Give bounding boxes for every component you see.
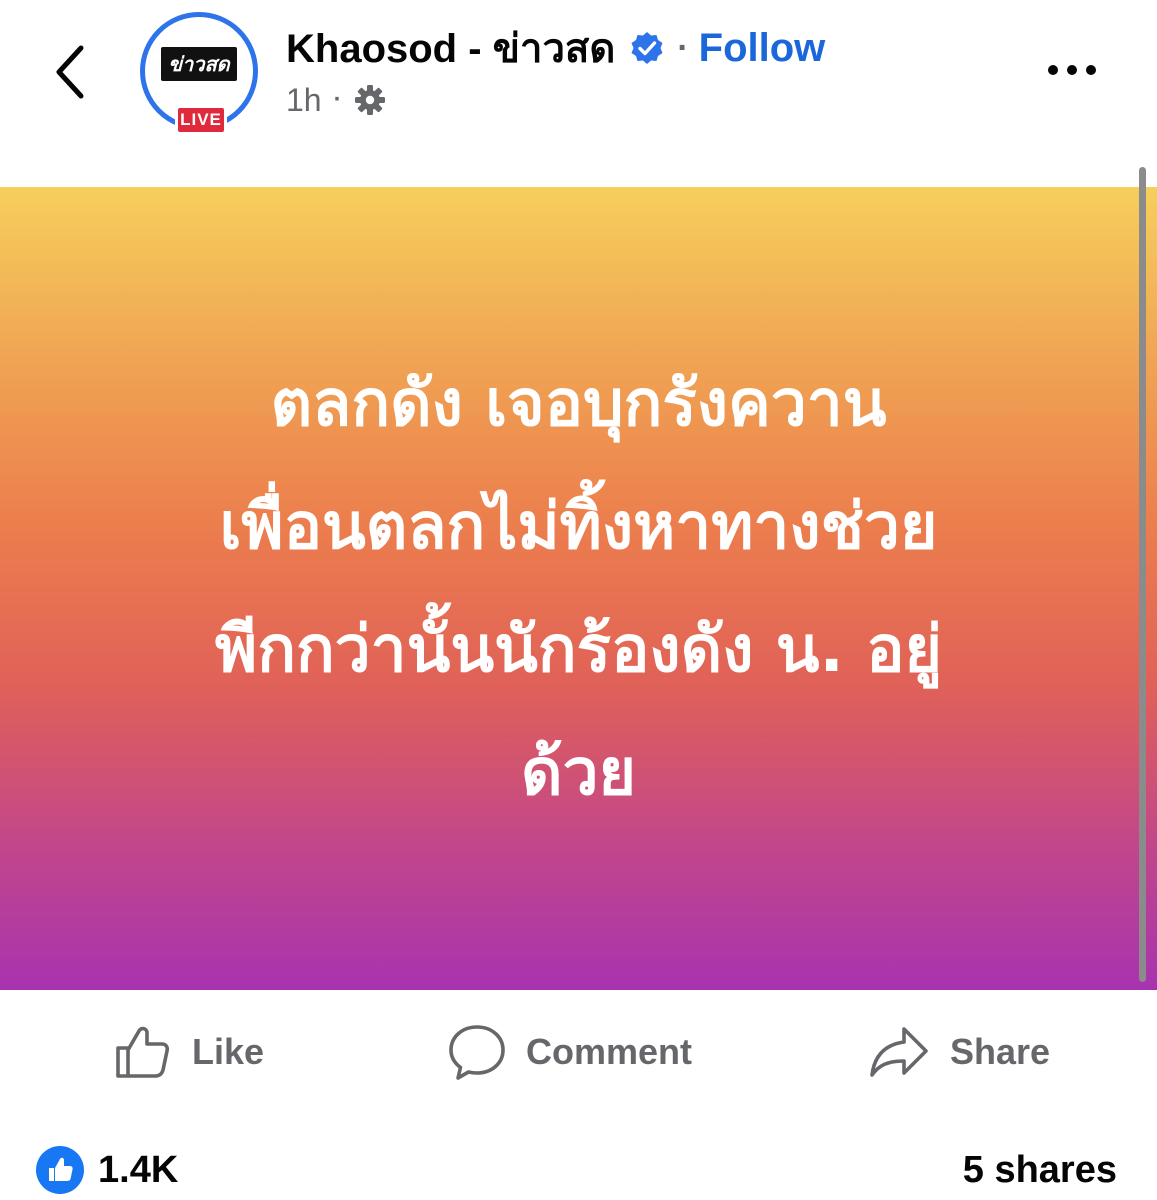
more-dots-icon bbox=[1086, 65, 1096, 75]
post-text-line: พีกกว่านั้นนักร้องดัง น. อยู่ bbox=[215, 612, 942, 687]
post-time[interactable]: 1h bbox=[286, 82, 322, 119]
post-meta: 1h · bbox=[286, 80, 386, 120]
post-header-title: Khaosod - ข่าวสด · Follow bbox=[286, 24, 825, 72]
post-text: ตลกดัง เจอบุกรังควาน เพื่อนตลกไม่ทิ้งหาท… bbox=[79, 343, 1079, 835]
chevron-left-icon bbox=[56, 45, 84, 99]
post-view: ข่าวสด LIVE Khaosod - ข่าวสด · Follow 1h… bbox=[0, 0, 1157, 1200]
comment-icon bbox=[448, 1023, 506, 1081]
more-options-button[interactable] bbox=[1024, 50, 1120, 90]
share-button[interactable]: Share bbox=[868, 1010, 1050, 1094]
follow-button[interactable]: Follow bbox=[699, 26, 826, 71]
post-background-card: ตลกดัง เจอบุกรังควาน เพื่อนตลกไม่ทิ้งหาท… bbox=[0, 187, 1157, 990]
scrollbar[interactable] bbox=[1139, 167, 1146, 982]
like-label: Like bbox=[192, 1031, 265, 1072]
post-text-line: ตลกดัง เจอบุกรังควาน bbox=[270, 366, 887, 441]
more-dots-icon bbox=[1067, 65, 1077, 75]
share-arrow-icon bbox=[868, 1023, 930, 1081]
shares-count[interactable]: 5 shares bbox=[963, 1146, 1117, 1194]
post-text-line: ด้วย bbox=[521, 735, 636, 810]
avatar-logo: ข่าวสด bbox=[161, 47, 237, 81]
separator-dot: · bbox=[677, 28, 689, 67]
share-label: Share bbox=[950, 1031, 1051, 1072]
back-button[interactable] bbox=[40, 34, 100, 110]
like-button[interactable]: Like bbox=[114, 1010, 264, 1094]
page-name[interactable]: Khaosod - ข่าวสด bbox=[286, 16, 615, 80]
comment-label: Comment bbox=[526, 1031, 693, 1072]
gear-icon[interactable] bbox=[354, 84, 386, 116]
thumbs-up-icon bbox=[114, 1023, 172, 1081]
reaction-count: 1.4K bbox=[98, 1148, 179, 1191]
post-text-line: เพื่อนตลกไม่ทิ้งหาทางช่วย bbox=[219, 489, 938, 564]
live-badge: LIVE bbox=[175, 105, 227, 135]
more-dots-icon bbox=[1048, 65, 1058, 75]
meta-separator: · bbox=[333, 86, 342, 113]
like-reaction-icon bbox=[36, 1146, 84, 1194]
action-bar: Like Comment Share bbox=[0, 1010, 1157, 1094]
reaction-summary[interactable]: 1.4K bbox=[36, 1146, 178, 1194]
verified-badge-icon bbox=[629, 30, 665, 66]
page-avatar[interactable]: ข่าวสด LIVE bbox=[140, 12, 264, 136]
comment-button[interactable]: Comment bbox=[448, 1010, 692, 1094]
